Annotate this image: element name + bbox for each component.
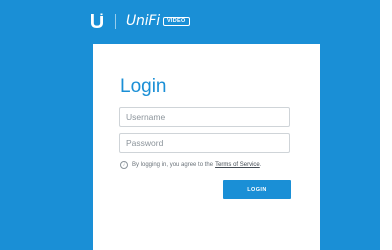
login-button[interactable]: LOGIN bbox=[223, 180, 291, 199]
ubiquiti-logo-icon bbox=[91, 13, 103, 28]
login-card: Login i By logging in, you agree to the … bbox=[93, 44, 320, 250]
username-input[interactable] bbox=[119, 107, 290, 127]
terms-of-service-link[interactable]: Terms of Service bbox=[215, 162, 260, 168]
brand-header: UniFi VIDEO bbox=[90, 10, 190, 32]
product-badge: VIDEO bbox=[162, 16, 190, 26]
password-input[interactable] bbox=[119, 133, 290, 153]
login-title: Login bbox=[120, 76, 167, 97]
terms-prefix-text: By logging in, you agree to the bbox=[132, 162, 214, 168]
header-divider bbox=[115, 13, 116, 29]
terms-suffix-text: . bbox=[259, 162, 262, 168]
login-page: UniFi VIDEO Login i By logging in, you a… bbox=[0, 0, 392, 250]
brand-name: UniFi bbox=[126, 13, 160, 29]
info-icon: i bbox=[120, 161, 128, 169]
terms-notice: i By logging in, you agree to the Terms … bbox=[120, 161, 261, 169]
